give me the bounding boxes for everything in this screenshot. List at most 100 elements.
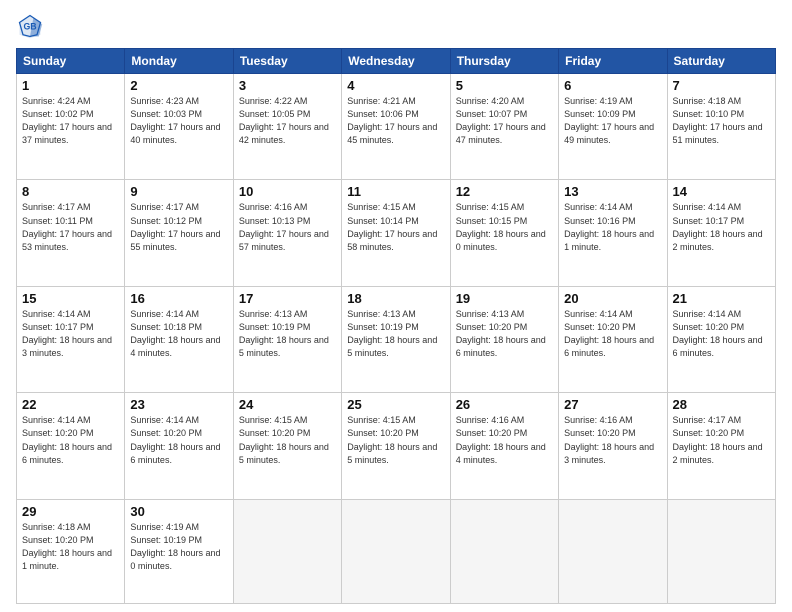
col-header-friday: Friday bbox=[559, 49, 667, 74]
day-number: 27 bbox=[564, 397, 661, 412]
day-number: 19 bbox=[456, 291, 553, 306]
header: GB bbox=[16, 12, 776, 40]
logo: GB bbox=[16, 12, 48, 40]
day-number: 4 bbox=[347, 78, 444, 93]
day-number: 23 bbox=[130, 397, 227, 412]
day-cell bbox=[450, 499, 558, 603]
week-row-3: 15 Sunrise: 4:14 AMSunset: 10:17 PMDayli… bbox=[17, 286, 776, 392]
day-info: Sunrise: 4:14 AMSunset: 10:20 PMDaylight… bbox=[22, 414, 119, 466]
day-info: Sunrise: 4:14 AMSunset: 10:16 PMDaylight… bbox=[564, 201, 661, 253]
day-number: 26 bbox=[456, 397, 553, 412]
day-info: Sunrise: 4:16 AMSunset: 10:20 PMDaylight… bbox=[456, 414, 553, 466]
page: GB SundayMondayTuesdayWednesdayThursdayF… bbox=[0, 0, 792, 612]
day-number: 1 bbox=[22, 78, 119, 93]
week-row-5: 29 Sunrise: 4:18 AMSunset: 10:20 PMDayli… bbox=[17, 499, 776, 603]
day-info: Sunrise: 4:23 AMSunset: 10:03 PMDaylight… bbox=[130, 95, 227, 147]
day-cell: 13 Sunrise: 4:14 AMSunset: 10:16 PMDayli… bbox=[559, 180, 667, 286]
day-info: Sunrise: 4:18 AMSunset: 10:10 PMDaylight… bbox=[673, 95, 770, 147]
day-cell: 27 Sunrise: 4:16 AMSunset: 10:20 PMDayli… bbox=[559, 393, 667, 499]
day-cell: 28 Sunrise: 4:17 AMSunset: 10:20 PMDayli… bbox=[667, 393, 775, 499]
day-number: 8 bbox=[22, 184, 119, 199]
day-info: Sunrise: 4:14 AMSunset: 10:18 PMDaylight… bbox=[130, 308, 227, 360]
day-cell: 12 Sunrise: 4:15 AMSunset: 10:15 PMDayli… bbox=[450, 180, 558, 286]
day-number: 10 bbox=[239, 184, 336, 199]
day-number: 28 bbox=[673, 397, 770, 412]
day-cell: 22 Sunrise: 4:14 AMSunset: 10:20 PMDayli… bbox=[17, 393, 125, 499]
day-cell: 19 Sunrise: 4:13 AMSunset: 10:20 PMDayli… bbox=[450, 286, 558, 392]
day-cell bbox=[233, 499, 341, 603]
day-info: Sunrise: 4:24 AMSunset: 10:02 PMDaylight… bbox=[22, 95, 119, 147]
day-cell: 18 Sunrise: 4:13 AMSunset: 10:19 PMDayli… bbox=[342, 286, 450, 392]
day-cell: 23 Sunrise: 4:14 AMSunset: 10:20 PMDayli… bbox=[125, 393, 233, 499]
day-info: Sunrise: 4:16 AMSunset: 10:20 PMDaylight… bbox=[564, 414, 661, 466]
day-info: Sunrise: 4:14 AMSunset: 10:17 PMDaylight… bbox=[22, 308, 119, 360]
day-number: 6 bbox=[564, 78, 661, 93]
day-cell: 25 Sunrise: 4:15 AMSunset: 10:20 PMDayli… bbox=[342, 393, 450, 499]
day-number: 13 bbox=[564, 184, 661, 199]
day-number: 11 bbox=[347, 184, 444, 199]
day-cell: 1 Sunrise: 4:24 AMSunset: 10:02 PMDaylig… bbox=[17, 74, 125, 180]
day-number: 5 bbox=[456, 78, 553, 93]
day-cell: 20 Sunrise: 4:14 AMSunset: 10:20 PMDayli… bbox=[559, 286, 667, 392]
day-number: 12 bbox=[456, 184, 553, 199]
day-cell: 9 Sunrise: 4:17 AMSunset: 10:12 PMDaylig… bbox=[125, 180, 233, 286]
day-info: Sunrise: 4:15 AMSunset: 10:14 PMDaylight… bbox=[347, 201, 444, 253]
day-info: Sunrise: 4:19 AMSunset: 10:09 PMDaylight… bbox=[564, 95, 661, 147]
day-number: 16 bbox=[130, 291, 227, 306]
week-row-2: 8 Sunrise: 4:17 AMSunset: 10:11 PMDaylig… bbox=[17, 180, 776, 286]
day-number: 30 bbox=[130, 504, 227, 519]
day-cell: 10 Sunrise: 4:16 AMSunset: 10:13 PMDayli… bbox=[233, 180, 341, 286]
day-cell: 7 Sunrise: 4:18 AMSunset: 10:10 PMDaylig… bbox=[667, 74, 775, 180]
day-info: Sunrise: 4:13 AMSunset: 10:20 PMDaylight… bbox=[456, 308, 553, 360]
day-info: Sunrise: 4:20 AMSunset: 10:07 PMDaylight… bbox=[456, 95, 553, 147]
day-cell bbox=[667, 499, 775, 603]
day-cell: 16 Sunrise: 4:14 AMSunset: 10:18 PMDayli… bbox=[125, 286, 233, 392]
day-info: Sunrise: 4:13 AMSunset: 10:19 PMDaylight… bbox=[239, 308, 336, 360]
day-number: 20 bbox=[564, 291, 661, 306]
day-number: 15 bbox=[22, 291, 119, 306]
week-row-1: 1 Sunrise: 4:24 AMSunset: 10:02 PMDaylig… bbox=[17, 74, 776, 180]
day-number: 7 bbox=[673, 78, 770, 93]
day-cell: 2 Sunrise: 4:23 AMSunset: 10:03 PMDaylig… bbox=[125, 74, 233, 180]
day-info: Sunrise: 4:17 AMSunset: 10:12 PMDaylight… bbox=[130, 201, 227, 253]
day-cell: 8 Sunrise: 4:17 AMSunset: 10:11 PMDaylig… bbox=[17, 180, 125, 286]
day-cell: 30 Sunrise: 4:19 AMSunset: 10:19 PMDayli… bbox=[125, 499, 233, 603]
col-header-thursday: Thursday bbox=[450, 49, 558, 74]
day-info: Sunrise: 4:21 AMSunset: 10:06 PMDaylight… bbox=[347, 95, 444, 147]
day-cell: 17 Sunrise: 4:13 AMSunset: 10:19 PMDayli… bbox=[233, 286, 341, 392]
day-number: 29 bbox=[22, 504, 119, 519]
day-cell: 21 Sunrise: 4:14 AMSunset: 10:20 PMDayli… bbox=[667, 286, 775, 392]
day-cell: 29 Sunrise: 4:18 AMSunset: 10:20 PMDayli… bbox=[17, 499, 125, 603]
day-info: Sunrise: 4:14 AMSunset: 10:20 PMDaylight… bbox=[673, 308, 770, 360]
day-number: 25 bbox=[347, 397, 444, 412]
day-number: 2 bbox=[130, 78, 227, 93]
day-info: Sunrise: 4:17 AMSunset: 10:11 PMDaylight… bbox=[22, 201, 119, 253]
col-header-wednesday: Wednesday bbox=[342, 49, 450, 74]
col-header-monday: Monday bbox=[125, 49, 233, 74]
day-info: Sunrise: 4:18 AMSunset: 10:20 PMDaylight… bbox=[22, 521, 119, 573]
day-number: 14 bbox=[673, 184, 770, 199]
day-number: 22 bbox=[22, 397, 119, 412]
day-cell: 5 Sunrise: 4:20 AMSunset: 10:07 PMDaylig… bbox=[450, 74, 558, 180]
day-cell bbox=[342, 499, 450, 603]
day-cell: 14 Sunrise: 4:14 AMSunset: 10:17 PMDayli… bbox=[667, 180, 775, 286]
svg-text:GB: GB bbox=[23, 22, 36, 32]
col-header-sunday: Sunday bbox=[17, 49, 125, 74]
day-number: 24 bbox=[239, 397, 336, 412]
day-cell: 24 Sunrise: 4:15 AMSunset: 10:20 PMDayli… bbox=[233, 393, 341, 499]
day-info: Sunrise: 4:14 AMSunset: 10:20 PMDaylight… bbox=[564, 308, 661, 360]
day-info: Sunrise: 4:17 AMSunset: 10:20 PMDaylight… bbox=[673, 414, 770, 466]
day-number: 9 bbox=[130, 184, 227, 199]
day-info: Sunrise: 4:16 AMSunset: 10:13 PMDaylight… bbox=[239, 201, 336, 253]
day-info: Sunrise: 4:14 AMSunset: 10:17 PMDaylight… bbox=[673, 201, 770, 253]
day-cell: 3 Sunrise: 4:22 AMSunset: 10:05 PMDaylig… bbox=[233, 74, 341, 180]
day-info: Sunrise: 4:15 AMSunset: 10:15 PMDaylight… bbox=[456, 201, 553, 253]
day-cell: 15 Sunrise: 4:14 AMSunset: 10:17 PMDayli… bbox=[17, 286, 125, 392]
day-number: 21 bbox=[673, 291, 770, 306]
day-info: Sunrise: 4:15 AMSunset: 10:20 PMDaylight… bbox=[239, 414, 336, 466]
logo-icon: GB bbox=[16, 12, 44, 40]
day-cell bbox=[559, 499, 667, 603]
day-info: Sunrise: 4:22 AMSunset: 10:05 PMDaylight… bbox=[239, 95, 336, 147]
day-cell: 4 Sunrise: 4:21 AMSunset: 10:06 PMDaylig… bbox=[342, 74, 450, 180]
day-number: 3 bbox=[239, 78, 336, 93]
